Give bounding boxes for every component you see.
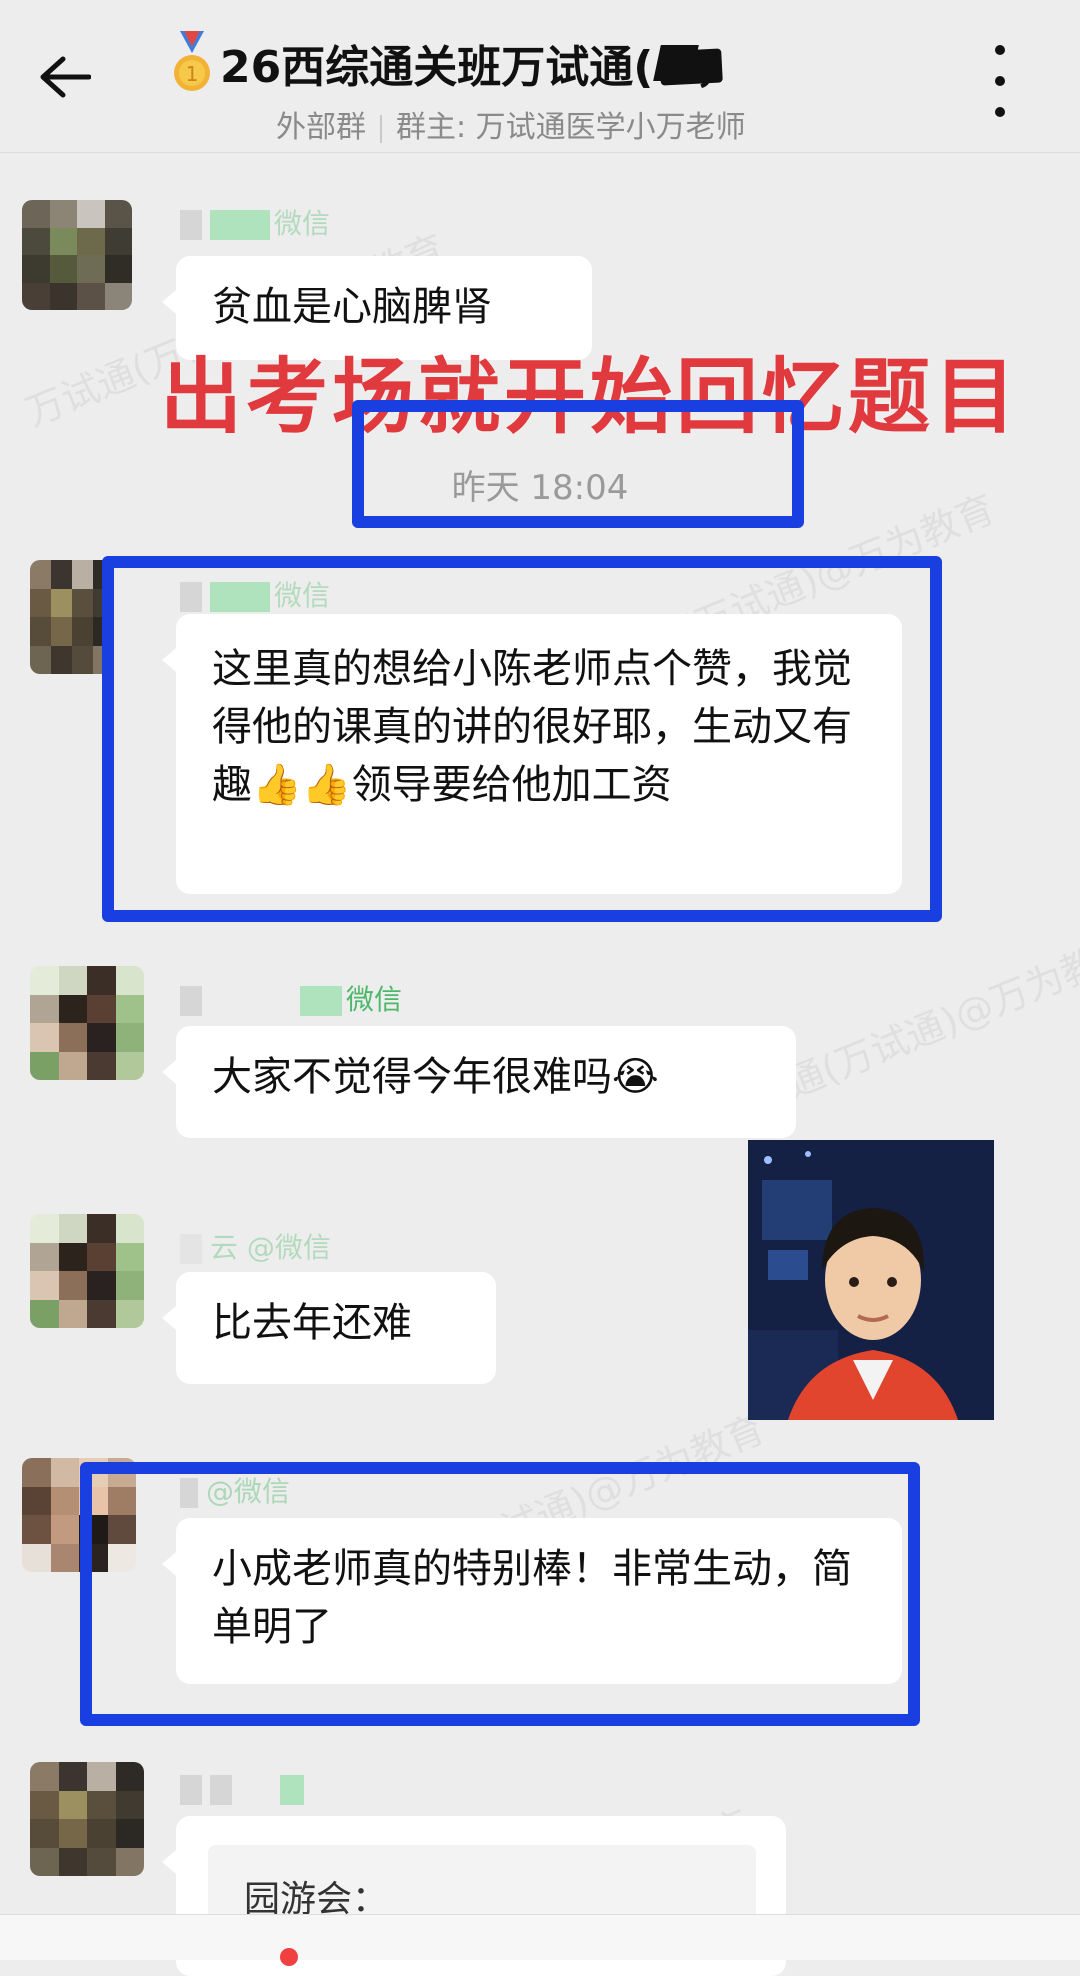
message-bubble[interactable]: 大家不觉得今年很难吗😭 — [162, 1026, 796, 1138]
subtitle-divider — [380, 114, 382, 143]
sender-name: 微信 — [180, 978, 402, 1018]
avatar[interactable] — [30, 1214, 144, 1328]
chat-title-block[interactable]: 1 26西综通关班万试通( ， 外部群群主: 万试通医学小万老师 — [170, 30, 910, 146]
sender-name: 云 @微信 — [180, 1226, 331, 1266]
redaction-mark — [659, 48, 723, 86]
sender-name: 微信 — [180, 202, 330, 242]
group-type-label: 外部群 — [276, 110, 366, 145]
back-button[interactable] — [30, 42, 100, 112]
chat-subtitle: 外部群 群主: 万试通医学小万老师 — [170, 102, 910, 146]
sender-name — [180, 1772, 308, 1805]
chat-header: 1 26西综通关班万试通( ， 外部群群主: 万试通医学小万老师 — [0, 0, 1080, 153]
notification-dot — [280, 1948, 298, 1966]
highlight-box — [80, 1462, 920, 1726]
message-bubble[interactable]: 比去年还难 — [162, 1272, 496, 1384]
avatar[interactable] — [30, 1762, 144, 1876]
group-owner-label: 群主: 万试通医学小万老师 — [396, 110, 746, 145]
timestamp: 昨天 18:04 — [451, 468, 629, 508]
highlight-box — [102, 556, 942, 922]
avatar[interactable] — [22, 200, 132, 310]
input-bar — [0, 1914, 1080, 1960]
more-options-button[interactable] — [985, 45, 1015, 117]
medal-icon: 1 — [174, 31, 210, 91]
chat-title: 26西综通关班万试通( — [220, 42, 654, 93]
person-photo — [748, 1140, 994, 1420]
arrow-left-icon — [40, 56, 91, 98]
avatar[interactable] — [30, 966, 144, 1080]
sticker-image[interactable] — [748, 1140, 994, 1420]
svg-text:1: 1 — [186, 62, 199, 86]
more-vertical-icon — [995, 45, 1005, 55]
